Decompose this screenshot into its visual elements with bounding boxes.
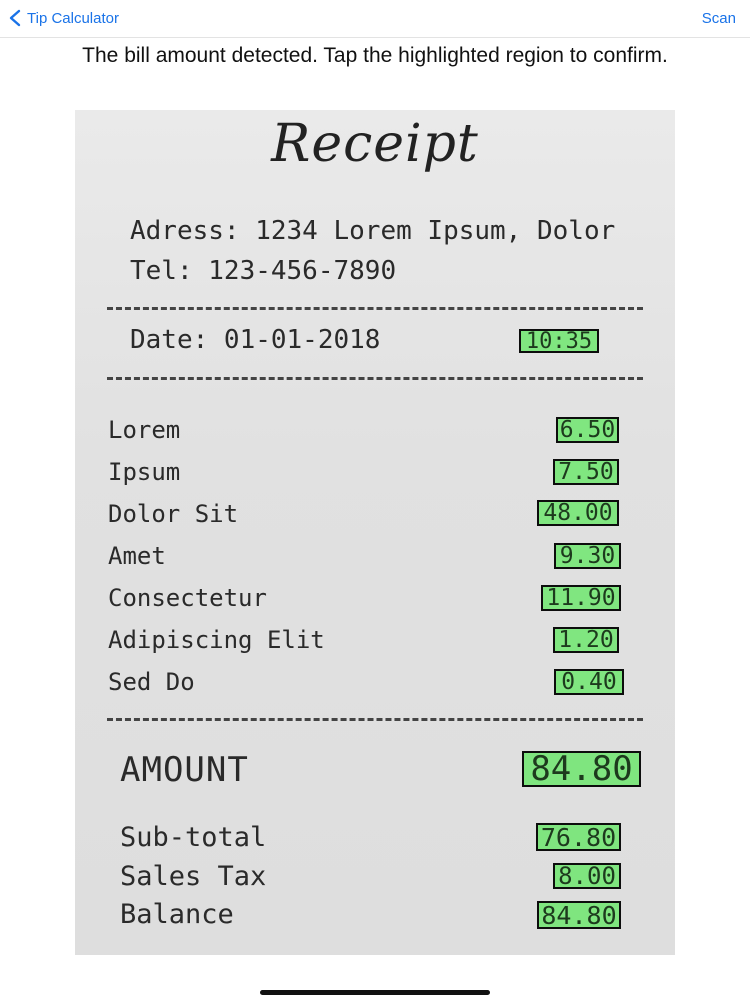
scan-button[interactable]: Scan	[702, 10, 736, 27]
sales-tax-label: Sales Tax	[120, 861, 267, 892]
navigation-bar: Tip Calculator Scan	[0, 0, 750, 38]
receipt-tel: Tel: 123-456-7890	[130, 256, 397, 286]
receipt-address: Adress: 1234 Lorem Ipsum, Dolor	[130, 216, 616, 246]
item-name: Sed Do	[108, 668, 195, 696]
amount-highlight[interactable]: 84.80	[522, 751, 641, 787]
instruction-text: The bill amount detected. Tap the highli…	[82, 44, 668, 67]
item-price-highlight[interactable]: 7.50	[553, 459, 619, 485]
item-name: Ipsum	[108, 458, 181, 486]
item-price-highlight[interactable]: 9.30	[554, 543, 621, 569]
back-button[interactable]: Tip Calculator	[8, 6, 119, 30]
item-name: Lorem	[108, 416, 181, 444]
item-name: Amet	[108, 542, 166, 570]
item-price-highlight[interactable]: 11.90	[541, 585, 621, 611]
sales-tax-highlight[interactable]: 8.00	[553, 863, 621, 889]
divider	[107, 377, 643, 380]
item-price-highlight[interactable]: 6.50	[556, 417, 619, 443]
subtotal-label: Sub-total	[120, 822, 267, 853]
item-name: Consectetur	[108, 584, 267, 612]
time-highlight[interactable]: 10:35	[519, 329, 599, 353]
receipt-date: Date: 01-01-2018	[130, 325, 381, 355]
item-name: Adipiscing Elit	[108, 626, 325, 654]
home-indicator[interactable]	[260, 990, 490, 995]
amount-label: AMOUNT	[120, 750, 249, 790]
chevron-left-icon	[9, 9, 21, 27]
divider	[107, 718, 643, 721]
item-price-highlight[interactable]: 1.20	[553, 627, 619, 653]
divider	[107, 307, 643, 310]
back-button-label: Tip Calculator	[27, 9, 119, 27]
balance-highlight[interactable]: 84.80	[537, 901, 621, 929]
subtotal-highlight[interactable]: 76.80	[536, 823, 621, 851]
item-name: Dolor Sit	[108, 500, 239, 528]
receipt-image: Receipt Adress: 1234 Lorem Ipsum, Dolor …	[75, 110, 675, 955]
balance-label: Balance	[120, 899, 234, 930]
item-price-highlight[interactable]: 0.40	[554, 669, 624, 695]
item-price-highlight[interactable]: 48.00	[537, 500, 619, 526]
receipt-title: Receipt	[271, 114, 479, 174]
